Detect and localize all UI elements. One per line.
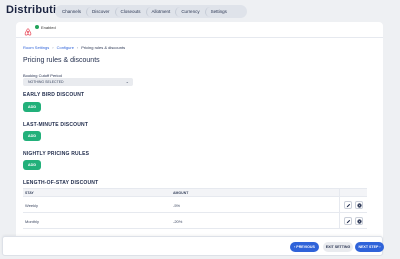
- page-title: Pricing rules & discounts: [23, 57, 100, 64]
- amount-cell: -5%: [173, 203, 181, 208]
- divider: [16, 37, 383, 38]
- status-label: Enabled: [41, 24, 56, 30]
- stay-cell: Weekly: [25, 203, 39, 208]
- breadcrumb-room-settings[interactable]: Room Settings: [23, 45, 49, 50]
- tab-currency[interactable]: Currency: [175, 6, 204, 17]
- amount-cell: -20%: [173, 219, 183, 224]
- next-step-button[interactable]: NEXT STEP ›: [355, 242, 384, 252]
- table-header: STAY AMOUNT: [23, 188, 367, 198]
- top-bar: Distribution Channels Discover Closeouts…: [0, 0, 400, 22]
- tab-channels[interactable]: Channels: [57, 7, 86, 17]
- last-minute-heading: LAST-MINUTE DISCOUNT: [23, 122, 89, 128]
- tab-discover[interactable]: Discover: [86, 6, 115, 17]
- close-circle-icon: [356, 218, 362, 224]
- chevron-down-icon: ⌄: [125, 79, 129, 84]
- edit-button[interactable]: [344, 201, 352, 209]
- nightly-rules-add-button[interactable]: ADD: [23, 160, 41, 170]
- nightly-rules-heading: NIGHTLY PRICING RULES: [23, 151, 90, 157]
- length-of-stay-table: STAY AMOUNT Weekly -5% Monthly -20%: [23, 188, 367, 229]
- table-row: Monthly -20%: [23, 213, 367, 229]
- row-actions: [339, 213, 367, 229]
- tab-closeouts[interactable]: Closeouts: [114, 6, 146, 17]
- booking-cutoff-select[interactable]: NOTHING SELECTED ⌄: [23, 78, 133, 86]
- nav-tabs: Channels Discover Closeouts Allotment Cu…: [55, 5, 247, 18]
- pencil-icon: [346, 203, 350, 207]
- early-bird-heading: EARLY BIRD DISCOUNT: [23, 92, 85, 98]
- stay-cell: Monthly: [25, 219, 40, 224]
- column-stay: STAY: [25, 191, 34, 195]
- booking-cutoff-value: NOTHING SELECTED: [28, 80, 64, 84]
- table-row: Weekly -5%: [23, 197, 367, 213]
- status-dot-icon: [35, 25, 39, 29]
- last-minute-add-button[interactable]: ADD: [23, 131, 41, 141]
- breadcrumb-separator: ›: [76, 45, 79, 50]
- breadcrumb-current: Pricing rules & discounts: [81, 45, 126, 50]
- exit-setting-button[interactable]: EXIT SETTING: [323, 242, 353, 252]
- footer-bar: ‹ PREVIOUS EXIT SETTING NEXT STEP ›: [2, 236, 384, 256]
- breadcrumb-separator: ›: [52, 45, 54, 50]
- row-actions: [339, 197, 367, 213]
- tab-allotment[interactable]: Allotment: [145, 6, 176, 17]
- previous-button[interactable]: ‹ PREVIOUS: [290, 242, 319, 252]
- tab-settings[interactable]: Settings: [204, 6, 232, 17]
- delete-button[interactable]: [355, 217, 363, 225]
- early-bird-add-button[interactable]: ADD: [23, 102, 41, 112]
- column-amount: AMOUNT: [173, 191, 189, 195]
- length-of-stay-heading: LENGTH-OF-STAY DISCOUNT: [23, 180, 99, 186]
- breadcrumb-configure[interactable]: Configure: [57, 45, 74, 50]
- edit-button[interactable]: [344, 217, 352, 225]
- pencil-icon: [346, 219, 350, 223]
- close-circle-icon: [356, 202, 362, 208]
- airbnb-logo-icon: [24, 23, 32, 36]
- channel-status: Enabled: [24, 23, 56, 36]
- delete-button[interactable]: [355, 201, 363, 209]
- breadcrumb: Room Settings › Configure › Pricing rule…: [23, 45, 125, 50]
